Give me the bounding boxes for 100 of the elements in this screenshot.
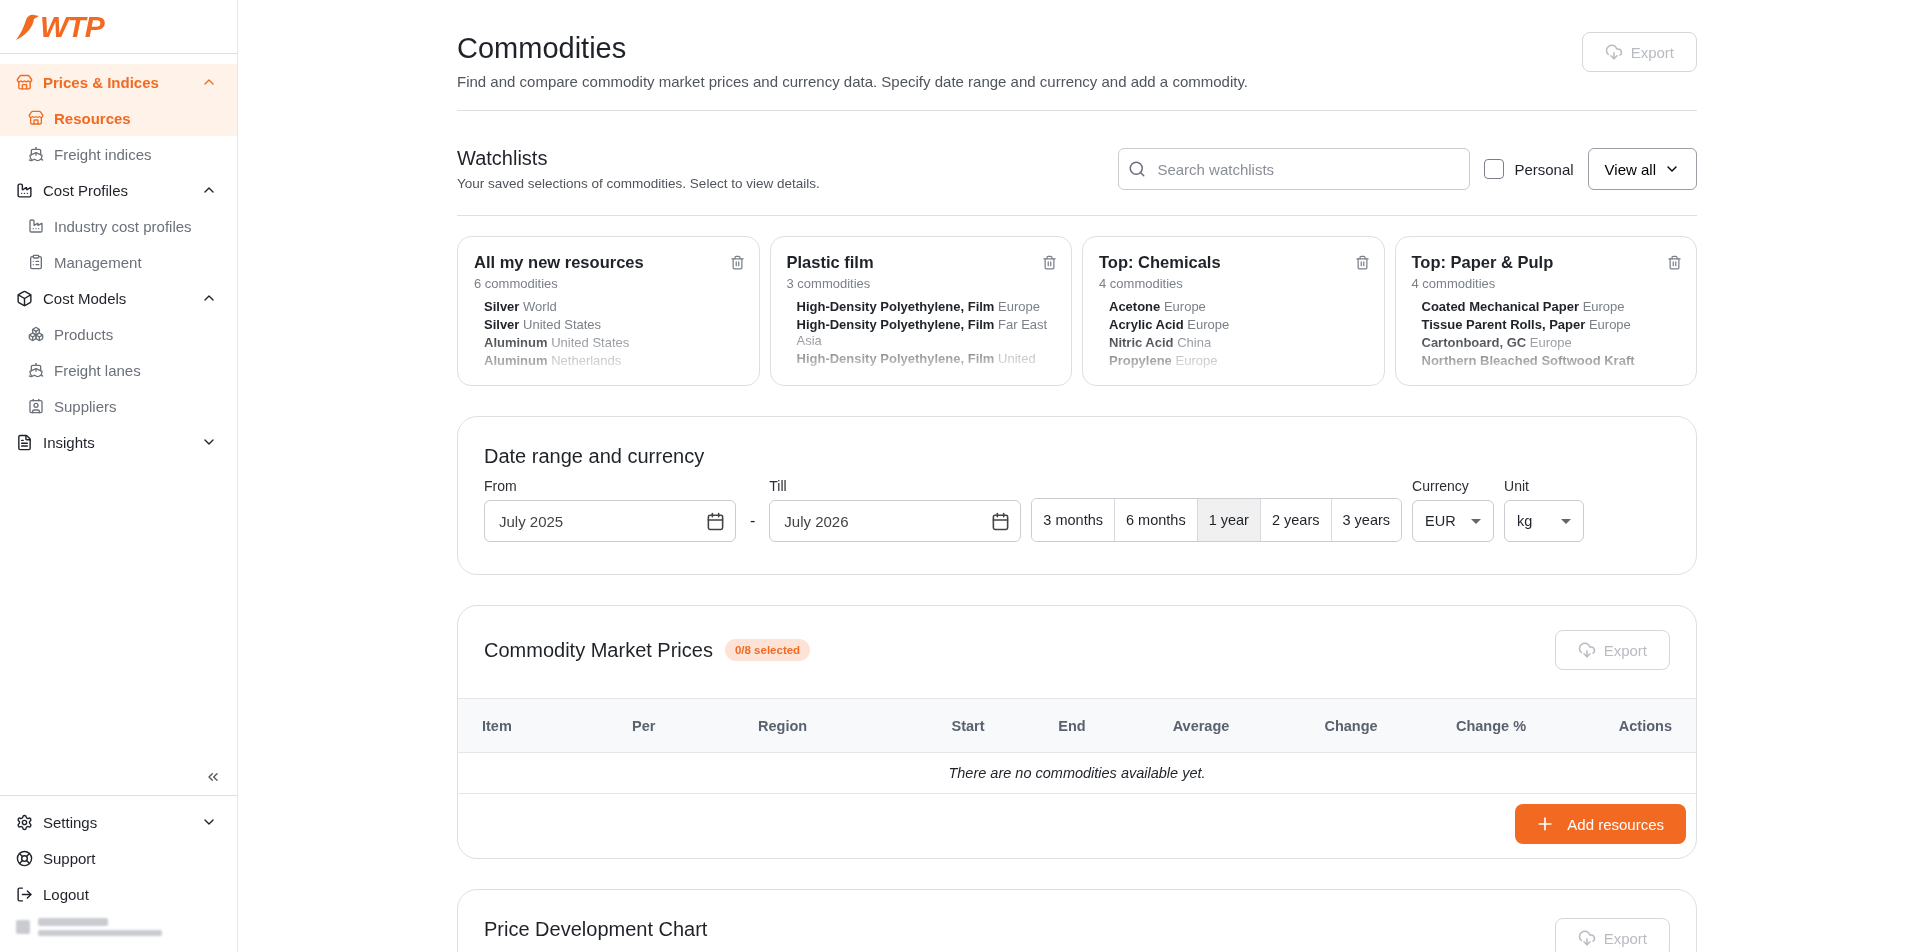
column-header: Average [1171, 717, 1231, 734]
column-header: End [1057, 717, 1087, 734]
checkbox[interactable] [1484, 159, 1505, 179]
section-subtitle: Your saved selections of commodities. Select to view details. [457, 176, 821, 191]
nav-icon [28, 110, 44, 126]
nav-item[interactable]: Freight indices [0, 136, 237, 172]
page-subtitle: Find and compare commodity market prices and currency data. Specify date range and currency and add a commodity. [457, 73, 1248, 90]
commodity-entry: Coated Mechanical Paper Europe [1421, 299, 1626, 315]
search-field[interactable]: Search watchlists [1118, 148, 1471, 190]
caret-icon [1471, 518, 1482, 524]
calendar-icon [991, 511, 1011, 531]
commodity-entry: Acetone Europe [1109, 299, 1207, 315]
column-header: Change [1323, 717, 1379, 734]
unit-select[interactable]: kg [1504, 500, 1585, 542]
trash-icon[interactable] [1354, 255, 1370, 270]
range-preset-button[interactable]: 1 year [1196, 499, 1260, 541]
range-separator: - [749, 512, 757, 531]
watchlist-card[interactable]: Plastic film 3 commodities High-Density Polyethylene, Film Europe High-Density Polyethylene, Film Far East Asia High-Density Polyethylene, Film United [769, 236, 1072, 386]
nav-icon [16, 433, 33, 451]
column-header: Actions [1617, 717, 1672, 734]
nav-item[interactable]: Industry cost profiles [0, 208, 237, 244]
nav-icon [28, 326, 44, 342]
commodity-entry: High-Density Polyethylene, Film Far East Asia [796, 317, 1049, 349]
cloud-download-icon [1577, 929, 1596, 947]
calendar-icon [706, 511, 725, 531]
column-header: Start [950, 717, 986, 734]
caret-icon [1561, 518, 1572, 524]
cloud-download-icon [1577, 641, 1596, 659]
nav-icon [16, 73, 33, 91]
commodity-count: 4 commodities [1411, 276, 1497, 291]
nav-icon [28, 398, 44, 414]
column-header: Change % [1454, 717, 1528, 734]
nav-group[interactable]: Insights [0, 424, 237, 460]
commodity-count: 4 commodities [1099, 276, 1184, 291]
nav-group[interactable]: Cost Models [0, 280, 237, 316]
field-label: Unit [1504, 478, 1530, 494]
nav-item[interactable]: Suppliers [0, 388, 237, 424]
page-title: Commodities [457, 32, 628, 65]
commodity-entry: Silver World [484, 299, 558, 315]
nav-icon [28, 362, 44, 378]
nav-item[interactable]: Logout [0, 876, 237, 912]
personal-checkbox[interactable]: Personal [1484, 159, 1574, 179]
search-icon [1128, 160, 1147, 178]
nav-icon [16, 813, 33, 831]
blurred-name [38, 918, 108, 926]
nav-icon [28, 254, 44, 270]
empty-message: There are no commodities available yet. [458, 753, 1696, 794]
section-title: Price Development Chart [484, 918, 708, 942]
card-title: Plastic film [786, 253, 874, 272]
commodity-entry: Acrylic Acid Europe [1109, 317, 1231, 333]
field-label: From [484, 478, 518, 494]
nav-item[interactable]: Support [0, 840, 237, 876]
card-title: Top: Chemicals [1099, 253, 1221, 272]
commodity-count: 6 commodities [474, 276, 559, 291]
nav-item[interactable]: Products [0, 316, 237, 352]
commodity-count: 3 commodities [786, 276, 872, 291]
nav-icon [16, 289, 33, 307]
nav-icon [16, 181, 33, 199]
commodity-entry: Aluminum United States [484, 335, 631, 351]
commodity-entry: Cartonboard, GC Europe [1421, 335, 1573, 351]
date-field[interactable]: July 2026 [769, 500, 1022, 542]
date-field[interactable]: July 2025 [484, 500, 736, 542]
column-header: Per [632, 717, 657, 734]
range-preset-button[interactable]: 3 years [1330, 499, 1402, 541]
commodity-entry: Nitric Acid China [1109, 335, 1213, 351]
nav-group[interactable]: Cost Profiles [0, 172, 237, 208]
card-title: Top: Paper & Pulp [1411, 253, 1554, 272]
currency-select[interactable]: EUR [1412, 500, 1495, 542]
commodity-entry: Tissue Parent Rolls, Paper Europe [1421, 317, 1632, 333]
nav-icon [16, 849, 33, 867]
commodity-entry: High-Density Polyethylene, Film Europe [796, 299, 1041, 315]
field-label: Till [769, 478, 788, 494]
nav-icon [28, 146, 44, 162]
watchlist-card[interactable]: Top: Chemicals 4 commodities Acetone Europe Acrylic Acid Europe Nitric Acid China Propylene Europe [1082, 236, 1385, 386]
section-title: Commodity Market Prices [484, 638, 713, 662]
trash-icon[interactable] [1667, 255, 1682, 270]
section-title: Date range and currency [484, 445, 706, 468]
checkbox-label: Personal [1514, 160, 1574, 178]
nav-icon [28, 218, 44, 234]
watchlist-card[interactable]: Top: Paper & Pulp 4 commodities Coated Mechanical Paper Europe Tissue Parent Rolls, Paper Europe Cartonboard, GC Europe Northern Bleached Softwood Kraft [1394, 236, 1697, 386]
commodity-entry: Silver United States [484, 317, 603, 333]
nav-icon [16, 885, 33, 903]
card-title: All my new resources [474, 253, 644, 272]
avatar-placeholder [16, 920, 30, 934]
commodity-entry: Aluminum Netherlands [484, 353, 623, 369]
column-header: Item [482, 717, 513, 734]
column-header: Region [758, 717, 809, 734]
cloud-download-icon [1604, 43, 1623, 61]
nav-item[interactable]: Freight lanes [0, 352, 237, 388]
trash-icon[interactable] [1042, 255, 1057, 270]
commodity-entry: Northern Bleached Softwood Kraft [1421, 353, 1636, 369]
trash-icon[interactable] [729, 255, 745, 270]
view-all-button[interactable]: View all [1587, 148, 1697, 190]
watchlist-card[interactable]: All my new resources 6 commodities Silver World Silver United States Aluminum United States Aluminum Netherlands [457, 236, 760, 386]
selection-count-badge: 0/8 selected [724, 639, 811, 661]
field-label: Currency [1412, 478, 1470, 494]
nav-item[interactable]: Settings [0, 804, 237, 840]
section-title: Watchlists [457, 147, 549, 170]
nav-item[interactable]: Management [0, 244, 237, 280]
commodity-entry: High-Density Polyethylene, Film United [796, 351, 1037, 367]
